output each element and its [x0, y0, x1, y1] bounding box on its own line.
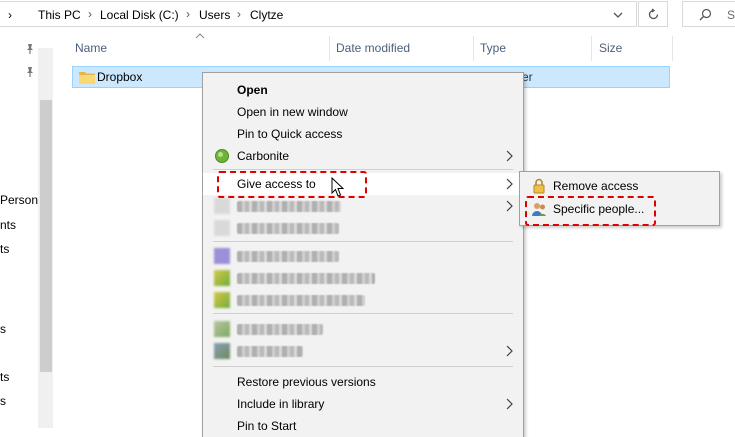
menu-separator — [213, 313, 513, 314]
blurred-label — [237, 273, 375, 284]
blurred-icon — [214, 321, 230, 337]
refresh-icon — [648, 8, 659, 20]
breadcrumb-users[interactable]: Users — [199, 8, 230, 22]
menu-item-label: Include in library — [237, 397, 325, 411]
menu-item-label: Pin to Quick access — [237, 127, 343, 141]
menu-item-restore-previous-versions[interactable]: Restore previous versions — [203, 371, 523, 393]
menu-item-carbonite[interactable]: Carbonite — [203, 145, 523, 167]
carbonite-icon — [215, 149, 229, 163]
search-icon — [699, 8, 712, 21]
folder-icon — [79, 72, 95, 84]
blurred-label — [237, 324, 323, 335]
breadcrumb-separator-icon[interactable]: › — [186, 7, 190, 21]
submenu-item-label: Remove access — [553, 179, 639, 193]
blurred-icon — [214, 292, 230, 308]
chevron-right-icon — [506, 398, 513, 410]
search-placeholder: Se — [727, 8, 735, 22]
blurred-icon — [214, 270, 230, 286]
menu-item-blurred[interactable] — [203, 289, 523, 311]
menu-item-give-access[interactable]: Give access to — [203, 173, 523, 195]
nav-item[interactable]: nts — [0, 218, 16, 232]
menu-item-label: Open — [237, 83, 268, 97]
blurred-label — [237, 251, 339, 262]
menu-item-blurred[interactable] — [203, 195, 523, 217]
pin-icon[interactable] — [24, 43, 36, 55]
chevron-right-icon — [506, 200, 513, 212]
nav-item[interactable]: s — [0, 394, 6, 408]
breadcrumb-separator-icon[interactable]: › — [88, 7, 92, 21]
file-name: Dropbox — [97, 70, 143, 84]
column-header-name[interactable]: Name — [75, 41, 107, 55]
breadcrumb-separator-icon[interactable]: › — [237, 7, 241, 21]
column-divider[interactable] — [329, 36, 330, 61]
give-access-submenu: Remove access Specific people... — [519, 171, 720, 226]
breadcrumb-clytze[interactable]: Clytze — [250, 8, 283, 22]
blurred-icon — [214, 198, 230, 214]
blurred-label — [237, 223, 339, 234]
menu-item-include-in-library[interactable]: Include in library — [203, 393, 523, 415]
chevron-down-icon[interactable] — [612, 9, 624, 21]
breadcrumb-this-pc[interactable]: This PC — [38, 8, 81, 22]
chevron-right-icon — [506, 345, 513, 357]
menu-item-blurred[interactable] — [203, 217, 523, 239]
address-bar: › This PC › Local Disk (C:) › Users › Cl… — [0, 0, 735, 30]
menu-item-open-new-window[interactable]: Open in new window — [203, 101, 523, 123]
menu-item-pin-quick-access[interactable]: Pin to Quick access — [203, 123, 523, 145]
menu-item-blurred[interactable] — [203, 318, 523, 340]
blurred-icon — [214, 220, 230, 236]
mouse-cursor-icon — [331, 177, 345, 197]
menu-item-blurred[interactable] — [203, 245, 523, 267]
context-menu: Open Open in new window Pin to Quick acc… — [202, 72, 524, 437]
refresh-button[interactable] — [638, 1, 668, 27]
menu-item-open[interactable]: Open — [203, 79, 523, 101]
menu-separator — [213, 241, 513, 242]
column-divider[interactable] — [473, 36, 474, 61]
breadcrumb[interactable]: › This PC › Local Disk (C:) › Users › Cl… — [0, 1, 637, 27]
users-icon — [532, 203, 546, 216]
menu-item-blurred[interactable] — [203, 267, 523, 289]
chevron-right-icon — [506, 178, 513, 190]
menu-item-label: Restore previous versions — [237, 375, 376, 389]
sort-ascending-icon — [195, 33, 205, 39]
blurred-icon — [214, 248, 230, 264]
column-header-type[interactable]: Type — [480, 41, 506, 55]
submenu-item-remove-access[interactable]: Remove access — [520, 175, 719, 197]
menu-item-label: Carbonite — [237, 149, 290, 163]
breadcrumb-local-disk[interactable]: Local Disk (C:) — [100, 8, 179, 22]
column-header-date[interactable]: Date modified — [336, 41, 410, 55]
menu-separator — [213, 169, 513, 170]
breadcrumb-chevron-icon[interactable]: › — [8, 8, 12, 22]
submenu-item-label: Specific people... — [553, 202, 645, 216]
chevron-right-icon — [506, 150, 513, 162]
column-header-size[interactable]: Size — [599, 41, 622, 55]
nav-scrollbar-thumb[interactable] — [40, 100, 52, 372]
menu-item-label: Give access to — [237, 177, 316, 191]
nav-item[interactable]: ts — [0, 370, 9, 384]
blurred-icon — [214, 343, 230, 359]
column-divider[interactable] — [672, 36, 673, 61]
blurred-label — [237, 346, 303, 357]
blurred-label — [237, 201, 341, 212]
lock-icon — [533, 178, 545, 194]
menu-item-label: Pin to Start — [237, 419, 297, 433]
nav-item[interactable]: s — [0, 322, 6, 336]
menu-item-blurred[interactable] — [203, 340, 523, 362]
pin-icon[interactable] — [24, 66, 36, 78]
column-divider[interactable] — [591, 36, 592, 61]
menu-separator — [213, 366, 513, 367]
search-box[interactable]: Se — [682, 1, 735, 27]
menu-item-pin-to-start[interactable]: Pin to Start — [203, 415, 523, 437]
submenu-item-specific-people[interactable]: Specific people... — [520, 198, 719, 220]
nav-item[interactable]: ts — [0, 242, 9, 256]
blurred-label — [237, 295, 365, 306]
menu-item-label: Open in new window — [237, 105, 348, 119]
